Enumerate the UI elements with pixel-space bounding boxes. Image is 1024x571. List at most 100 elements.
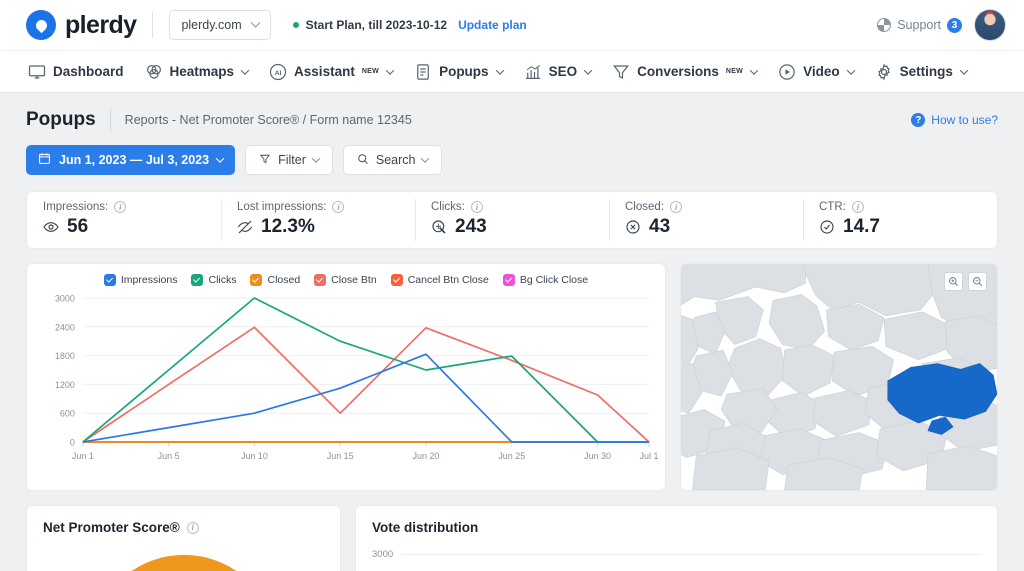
info-icon[interactable]: i <box>114 201 127 213</box>
svg-text:AI: AI <box>275 70 282 77</box>
chevron-down-icon <box>583 65 593 75</box>
kpi-label: Impressions: <box>43 201 109 213</box>
support-button[interactable]: Support 3 <box>877 17 962 33</box>
chart-plot-area: 0 600 1200 1800 2400 3000 Jun 1 Jun 5 Jun 10 Jun … <box>37 290 659 468</box>
chevron-down-icon <box>959 65 969 75</box>
kpi-value: 56 <box>67 216 89 237</box>
series-line-impressions <box>82 353 650 443</box>
ai-icon: AI <box>269 63 287 81</box>
filter-icon <box>259 153 271 168</box>
status-dot-icon <box>292 22 299 28</box>
ctr-badge-icon <box>819 219 835 235</box>
chevron-down-icon <box>749 65 759 75</box>
legend-item-clicks[interactable]: Clicks <box>191 274 236 286</box>
plan-status: Start Plan, till 2023-10-12 Update plan <box>292 18 527 32</box>
date-range-value: Jun 1, 2023 — Jul 3, 2023 <box>59 153 210 167</box>
legend-label: Cancel Btn Close <box>407 274 489 286</box>
header-divider <box>152 12 154 38</box>
y-axis-tick: 1200 <box>55 380 75 390</box>
info-icon[interactable]: i <box>670 201 682 213</box>
legend-item-cancel-btn-close[interactable]: Cancel Btn Close <box>390 274 489 286</box>
vote-axis-tick: 3000 <box>372 549 394 560</box>
kpi-value: 12.3% <box>261 216 315 237</box>
legend-checkbox[interactable] <box>314 274 327 286</box>
nav-item-dashboard[interactable]: Dashboard <box>26 59 126 85</box>
nav-label: Popups <box>439 64 489 79</box>
nav-label: SEO <box>548 64 578 79</box>
kpi-value-row: 56 <box>43 216 221 238</box>
breadcrumb: Reports - Net Promoter Score® / Form nam… <box>124 113 412 127</box>
gear-icon <box>875 62 893 81</box>
kpi-label: CTR: <box>819 201 846 213</box>
circle-x-icon <box>625 219 641 235</box>
nav-item-heatmaps[interactable]: Heatmaps <box>143 59 251 85</box>
y-axis-tick: 600 <box>60 409 75 419</box>
legend-item-impressions[interactable]: Impressions <box>103 274 177 286</box>
monitor-icon <box>28 63 46 81</box>
support-label: Support <box>897 18 941 32</box>
x-axis-tick-label: Jun 30 <box>584 451 611 461</box>
support-badge: 3 <box>947 17 962 33</box>
legend-item-bg-click-close[interactable]: Bg Click Close <box>502 274 589 286</box>
kpi-value: 43 <box>649 216 671 237</box>
domain-selector[interactable]: plerdy.com <box>169 10 271 40</box>
kpi-label-row: Impressions: i <box>43 201 221 213</box>
nav-item-video[interactable]: Video <box>776 59 856 85</box>
avatar[interactable] <box>974 9 1006 41</box>
legend-item-close-btn[interactable]: Close Btn <box>314 274 377 286</box>
info-icon[interactable]: i <box>470 201 483 213</box>
kpi-summary-card: Impressions: i 56 Lost impressions: i 12… <box>26 191 998 249</box>
chevron-down-icon <box>385 65 395 75</box>
filter-button[interactable]: Filter <box>245 145 333 175</box>
how-to-use-link[interactable]: ? How to use? <box>911 113 998 127</box>
page-title: Popups <box>26 109 96 130</box>
kpi-value: 243 <box>455 216 487 237</box>
legend-checkbox[interactable] <box>502 274 515 286</box>
domain-selector-value: plerdy.com <box>181 18 242 32</box>
nav-item-seo[interactable]: SEO <box>522 59 594 85</box>
how-to-use-label: How to use? <box>931 113 998 127</box>
legend-item-closed[interactable]: Closed <box>250 274 300 286</box>
series-line-clicks <box>82 297 650 443</box>
legend-checkbox[interactable] <box>390 274 403 286</box>
nav-item-assistant[interactable]: AI Assistant NEW <box>267 59 395 85</box>
legend-checkbox[interactable] <box>191 274 204 286</box>
chevron-down-icon <box>495 65 504 75</box>
main-navigation: Dashboard Heatmaps AI Assistant NEW Popu… <box>0 50 1024 93</box>
nav-item-popups[interactable]: Popups <box>412 59 505 85</box>
geo-map-card[interactable] <box>680 263 998 491</box>
kpi-label-row: CTR: i <box>819 201 997 213</box>
kpi-value-row: 12.3% <box>237 216 415 238</box>
vote-gridline <box>401 554 981 555</box>
popups-icon <box>414 63 432 81</box>
kpi-label: Closed: <box>625 201 664 213</box>
legend-checkbox[interactable] <box>250 274 263 286</box>
search-button[interactable]: Search <box>342 145 443 175</box>
nav-item-conversions[interactable]: Conversions NEW <box>610 59 759 85</box>
chevron-down-icon <box>215 154 225 163</box>
seo-chart-icon <box>524 63 542 81</box>
legend-label: Bg Click Close <box>519 274 589 286</box>
info-icon[interactable]: i <box>851 201 864 213</box>
update-plan-link[interactable]: Update plan <box>458 18 527 32</box>
y-axis-tick: 1800 <box>55 351 75 361</box>
info-icon[interactable]: i <box>332 201 345 213</box>
nav-item-settings[interactable]: Settings <box>873 59 969 85</box>
funnel-icon <box>612 63 630 81</box>
kpi-label: Clicks: <box>431 201 465 213</box>
chart-legend: Impressions Clicks Closed Close Btn Cancel B… <box>37 274 655 286</box>
chevron-down-icon <box>250 17 261 28</box>
chevron-down-icon <box>240 65 250 75</box>
plerdy-logo-icon <box>26 10 56 40</box>
vote-card-title: Vote distribution <box>372 520 981 535</box>
zoom-out-button[interactable] <box>968 272 987 291</box>
zoom-in-button[interactable] <box>944 272 963 291</box>
info-icon[interactable]: i <box>186 521 199 534</box>
header-right-group: Support 3 <box>877 9 1006 41</box>
y-axis-tick: 3000 <box>55 293 75 303</box>
date-range-picker[interactable]: Jun 1, 2023 — Jul 3, 2023 <box>26 145 236 175</box>
legend-checkbox[interactable] <box>103 274 116 286</box>
vote-title-text: Vote distribution <box>372 520 479 535</box>
kpi-value-row: 14.7 <box>819 216 997 238</box>
brand-logo[interactable]: plerdy <box>26 10 137 40</box>
